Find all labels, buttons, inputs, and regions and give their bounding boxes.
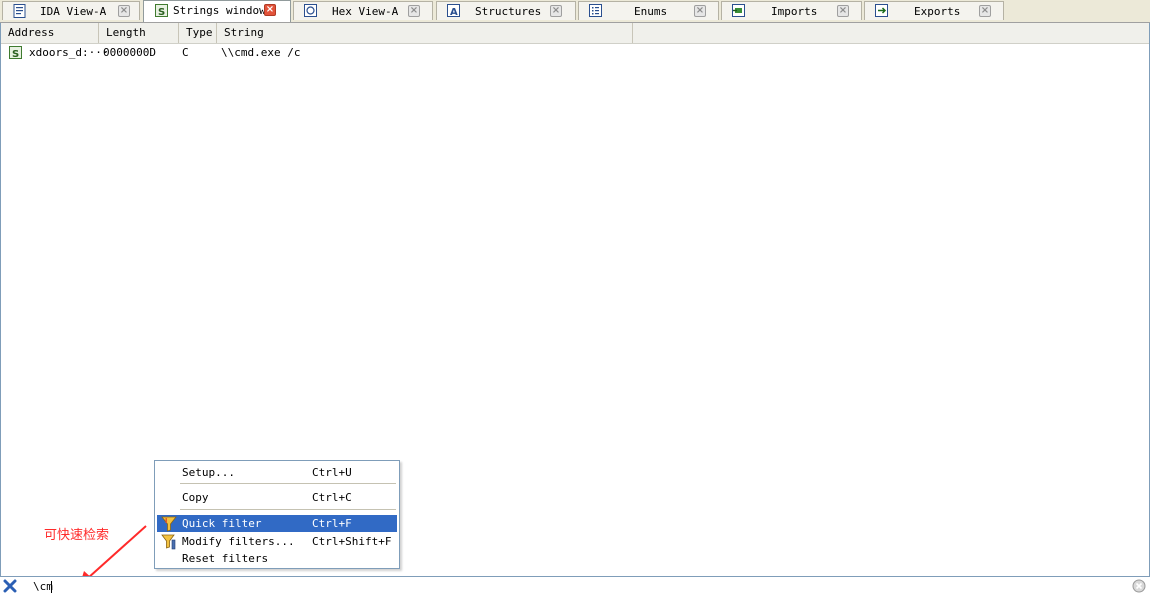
tab-label: Imports: [771, 5, 818, 18]
column-header-length[interactable]: Length: [99, 23, 179, 43]
tab-imports[interactable]: Imports ×: [721, 1, 862, 20]
close-icon[interactable]: ×: [694, 5, 706, 17]
tab-label: Structures: [475, 5, 542, 18]
annotation-text: 可快速检索: [44, 528, 110, 543]
text-caret: [51, 581, 52, 593]
cell-type: C: [182, 46, 189, 59]
table-row[interactable]: S xdoors_d:··· 0000000D C \\cmd.exe /c: [1, 44, 1149, 62]
tab-label: Exports: [914, 5, 961, 18]
close-icon[interactable]: ×: [837, 5, 849, 17]
structures-icon: A: [447, 4, 460, 18]
menu-item-shortcut: Ctrl+Shift+F: [312, 535, 392, 548]
cell-length: 0000000D: [103, 46, 156, 59]
menu-item-label: Copy: [182, 491, 209, 504]
menu-item-label: Modify filters...: [182, 535, 295, 548]
tab-label: IDA View-A: [40, 5, 107, 18]
menu-item-shortcut: Ctrl+F: [312, 517, 352, 530]
quick-filter-input[interactable]: [24, 578, 1133, 595]
enums-icon: [589, 4, 602, 17]
ida-view-icon: [13, 4, 26, 18]
hex-view-icon: [304, 4, 317, 17]
svg-text:S: S: [158, 7, 165, 18]
menu-item-shortcut: Ctrl+C: [312, 491, 352, 504]
modify-filter-icon: [161, 534, 176, 550]
menu-item-label: Reset filters: [182, 552, 269, 565]
filter-icon: [161, 516, 177, 532]
context-menu: Setup... Ctrl+U Copy Ctrl+C Quick filter…: [154, 460, 400, 569]
cell-address: xdoors_d:···: [29, 46, 109, 59]
menu-item-quick-filter[interactable]: Quick filter Ctrl+F: [157, 515, 397, 532]
close-icon[interactable]: ×: [408, 5, 420, 17]
close-filter-icon[interactable]: [3, 579, 17, 593]
imports-icon: [732, 4, 745, 17]
menu-item-label: Quick filter: [182, 517, 262, 530]
menu-item-reset-filters[interactable]: Reset filters: [157, 550, 397, 567]
menu-separator: [180, 509, 396, 510]
svg-text:A: A: [450, 7, 458, 18]
menu-separator: [180, 483, 396, 484]
tab-label: Hex View-A: [332, 5, 399, 18]
tab-label: Enums: [634, 5, 668, 18]
column-header-address[interactable]: Address: [1, 23, 99, 43]
table-header: Address Length Type String: [1, 23, 1149, 44]
menu-item-modify-filters[interactable]: Modify filters... Ctrl+Shift+F: [157, 533, 397, 550]
close-icon[interactable]: ×: [118, 5, 130, 17]
menu-item-label: Setup...: [182, 466, 235, 479]
tab-exports[interactable]: Exports ×: [864, 1, 1004, 20]
exports-icon: [875, 4, 888, 17]
column-header-type[interactable]: Type: [179, 23, 217, 43]
tab-hex-view-a[interactable]: Hex View-A ×: [293, 1, 433, 20]
quick-filter-bar: [0, 576, 1150, 596]
tab-strings-window[interactable]: S Strings window ×: [143, 0, 291, 22]
close-icon[interactable]: ×: [264, 4, 276, 16]
menu-item-copy[interactable]: Copy Ctrl+C: [157, 489, 397, 506]
tab-bar: IDA View-A × S Strings window × Hex View…: [0, 0, 1150, 23]
tab-label: Strings window: [173, 4, 266, 17]
tab-structures[interactable]: A Structures ×: [436, 1, 576, 20]
string-row-icon: S: [9, 46, 22, 60]
close-icon[interactable]: ×: [979, 5, 991, 17]
menu-item-shortcut: Ctrl+U: [312, 466, 352, 479]
column-header-string[interactable]: String: [217, 23, 633, 43]
svg-text:S: S: [12, 49, 19, 60]
tab-ida-view-a[interactable]: IDA View-A ×: [2, 1, 140, 20]
clear-icon[interactable]: [1132, 579, 1146, 593]
close-icon[interactable]: ×: [550, 5, 562, 17]
cell-string: \\cmd.exe /c: [221, 46, 301, 59]
strings-icon: S: [155, 4, 168, 18]
menu-item-setup[interactable]: Setup... Ctrl+U: [157, 464, 397, 481]
tab-enums[interactable]: Enums ×: [578, 1, 719, 20]
